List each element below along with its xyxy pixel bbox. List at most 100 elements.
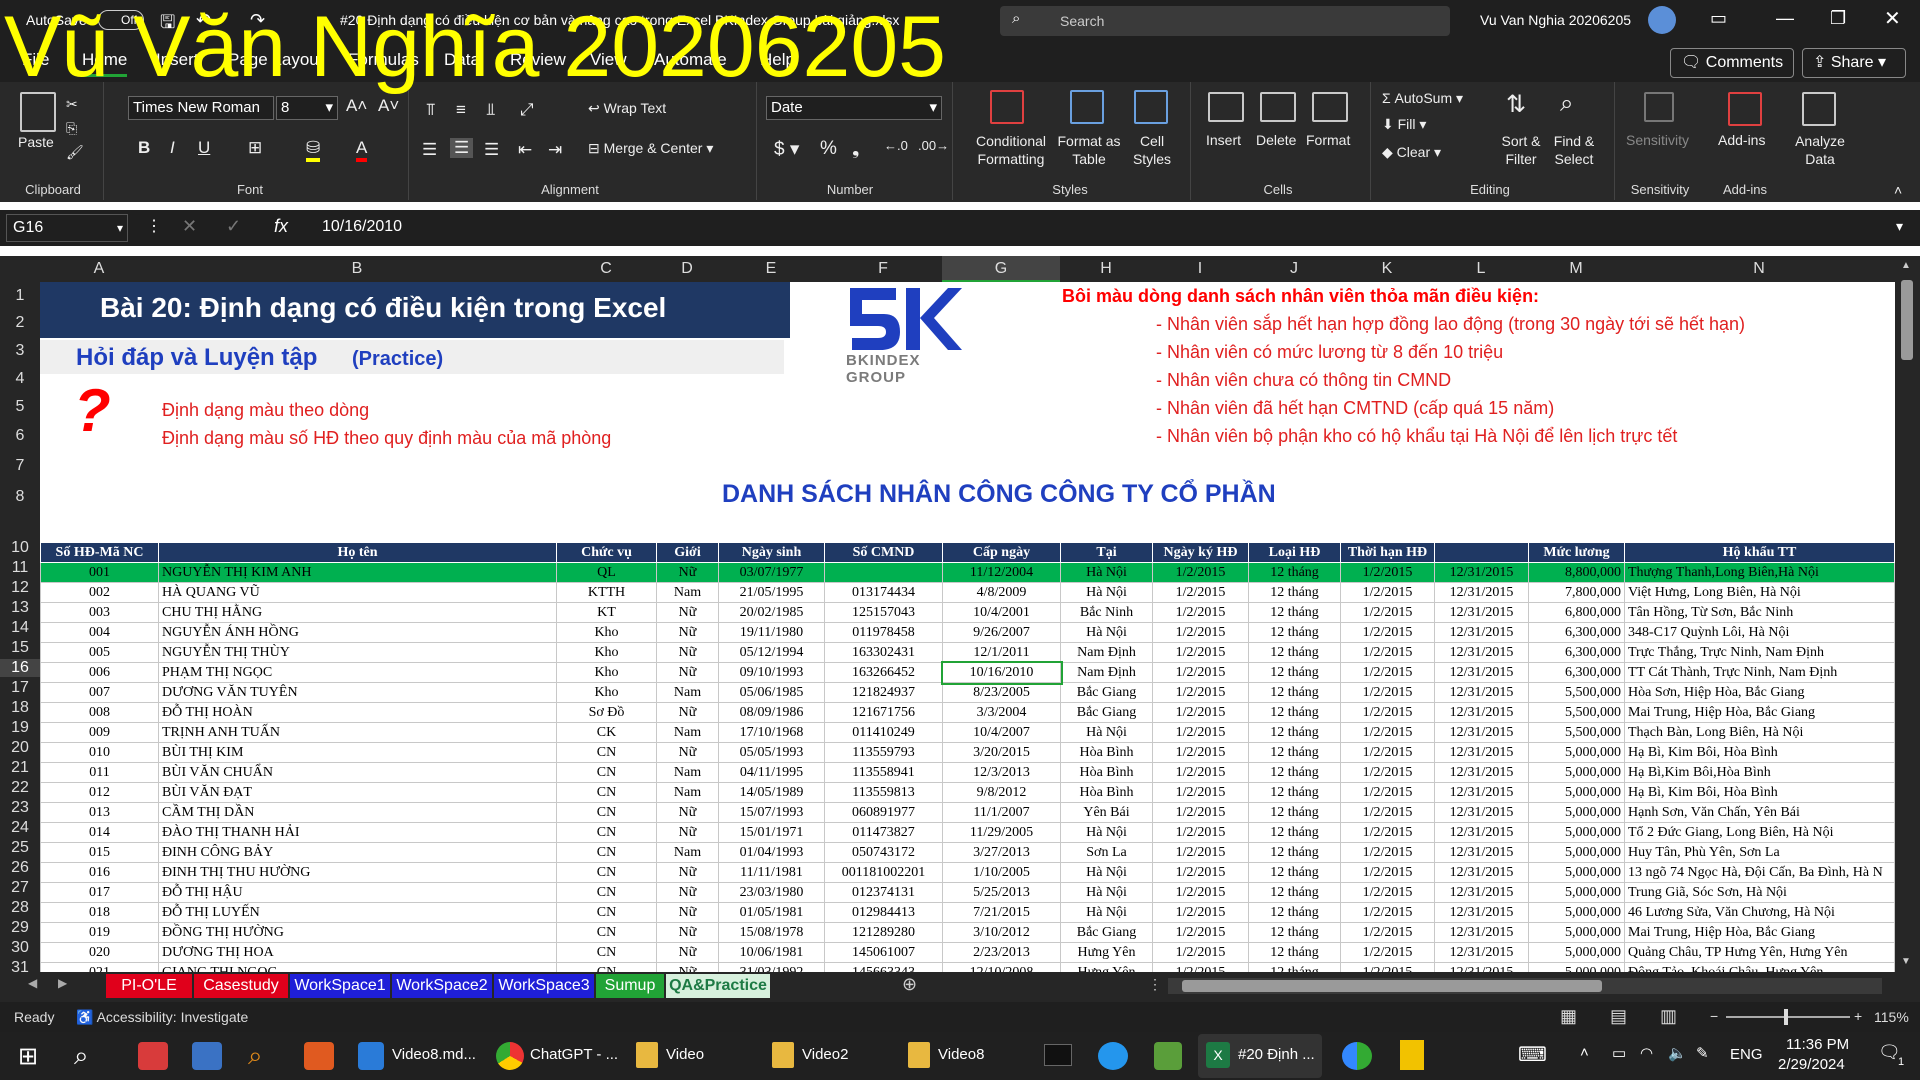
cell-sign-date[interactable]: 1/2/2015 bbox=[1152, 902, 1249, 923]
cell-contract-id[interactable]: 019 bbox=[40, 922, 159, 943]
cell-contract-term[interactable]: 1/2/2015 bbox=[1340, 602, 1435, 623]
cell-contract-id[interactable]: 018 bbox=[40, 902, 159, 923]
prev-sheet-icon[interactable]: ◀ bbox=[28, 976, 37, 990]
cell-contract-term[interactable]: 1/2/2015 bbox=[1340, 742, 1435, 763]
header-position[interactable]: Chức vụ bbox=[556, 542, 657, 563]
more-sheets-icon[interactable]: ⋮ bbox=[1148, 976, 1162, 993]
cell-contract-term[interactable]: 1/2/2015 bbox=[1340, 562, 1435, 583]
bold-icon[interactable]: B bbox=[138, 138, 150, 158]
cell-full-name[interactable]: ĐINH THỊ THU HƯỜNG bbox=[158, 862, 557, 883]
find-select-button[interactable]: Find & Select bbox=[1546, 132, 1602, 168]
decrease-indent-icon[interactable]: ⇤ bbox=[518, 140, 532, 160]
scroll-thumb[interactable] bbox=[1901, 280, 1913, 360]
terminal-icon[interactable] bbox=[1044, 1044, 1072, 1066]
cell-birthdate[interactable]: 11/11/1981 bbox=[718, 862, 825, 883]
cell-gender[interactable]: Nữ bbox=[656, 862, 719, 883]
cell-contract-term[interactable]: 1/2/2015 bbox=[1340, 802, 1435, 823]
cell-issue-place[interactable]: Hưng Yên bbox=[1060, 962, 1153, 972]
page-layout-view-icon[interactable]: ▤ bbox=[1610, 1006, 1627, 1027]
cell-end-date[interactable]: 12/31/2015 bbox=[1434, 782, 1529, 803]
cell-sign-date[interactable]: 1/2/2015 bbox=[1152, 702, 1249, 723]
cell-full-name[interactable]: ĐỖ THỊ HẬU bbox=[158, 882, 557, 903]
cell-id-number[interactable]: 121289280 bbox=[824, 922, 943, 943]
cell-issue-date[interactable]: 3/20/2015 bbox=[942, 742, 1061, 763]
minimize-icon[interactable]: — bbox=[1776, 8, 1794, 29]
cell-id-number[interactable]: 113558941 bbox=[824, 762, 943, 783]
pen-icon[interactable]: ✎ bbox=[1696, 1044, 1709, 1062]
cell-address[interactable]: Đông Tảo, Khoái Châu, Hưng Yên bbox=[1624, 962, 1895, 972]
cell-issue-date[interactable]: 12/10/2008 bbox=[942, 962, 1061, 972]
cell-birthdate[interactable]: 31/03/1992 bbox=[718, 962, 825, 972]
cell-gender[interactable]: Nam bbox=[656, 842, 719, 863]
cell-sign-date[interactable]: 1/2/2015 bbox=[1152, 722, 1249, 743]
cell-end-date[interactable]: 12/31/2015 bbox=[1434, 802, 1529, 823]
avatar[interactable] bbox=[1648, 6, 1676, 34]
cell-contract-term[interactable]: 1/2/2015 bbox=[1340, 582, 1435, 603]
row-header[interactable]: 5 bbox=[0, 398, 40, 416]
add-ins-button[interactable]: Add-ins bbox=[1718, 132, 1765, 148]
cell-contract-id[interactable]: 007 bbox=[40, 682, 159, 703]
cell-full-name[interactable]: ĐỖ THỊ LUYẾN bbox=[158, 902, 557, 923]
cell-birthdate[interactable]: 20/02/1985 bbox=[718, 602, 825, 623]
cell-end-date[interactable]: 12/31/2015 bbox=[1434, 882, 1529, 903]
cell-gender[interactable]: Nữ bbox=[656, 882, 719, 903]
row-header[interactable]: 27 bbox=[0, 879, 40, 897]
cell-address[interactable]: 348-C17 Quỳnh Lôi, Hà Nội bbox=[1624, 622, 1895, 643]
cell-contract-type[interactable]: 12 tháng bbox=[1248, 842, 1341, 863]
zoom-in-icon[interactable]: + bbox=[1854, 1008, 1862, 1024]
cell-salary[interactable]: 5,000,000 bbox=[1528, 842, 1625, 863]
cell-issue-date[interactable]: 8/23/2005 bbox=[942, 682, 1061, 703]
cell-address[interactable]: Huy Tân, Phù Yên, Sơn La bbox=[1624, 842, 1895, 863]
cell-address[interactable]: 13 ngõ 74 Ngọc Hà, Đội Cấn, Ba Đình, Hà … bbox=[1624, 862, 1895, 883]
cell-end-date[interactable]: 12/31/2015 bbox=[1434, 862, 1529, 883]
cell-issue-place[interactable]: Hà Nội bbox=[1060, 562, 1153, 583]
vertical-scrollbar[interactable]: ▲ ▼ bbox=[1895, 256, 1920, 972]
cell-salary[interactable]: 5,000,000 bbox=[1528, 802, 1625, 823]
cell-address[interactable]: Mai Trung, Hiệp Hòa, Bắc Giang bbox=[1624, 702, 1895, 723]
cell-position[interactable]: QL bbox=[556, 562, 657, 583]
cell-id-number[interactable]: 060891977 bbox=[824, 802, 943, 823]
cell-birthdate[interactable]: 01/04/1993 bbox=[718, 842, 825, 863]
scroll-down-icon[interactable]: ▼ bbox=[1901, 956, 1911, 967]
cell-id-number[interactable]: 121824937 bbox=[824, 682, 943, 703]
cell-contract-term[interactable]: 1/2/2015 bbox=[1340, 662, 1435, 683]
cell-id-number[interactable]: 121671756 bbox=[824, 702, 943, 723]
cell-end-date[interactable]: 12/31/2015 bbox=[1434, 682, 1529, 703]
user-name[interactable]: Vu Van Nghia 20206205 bbox=[1480, 12, 1631, 28]
cell-address[interactable]: Hạ Bì, Kim Bôi, Hòa Bình bbox=[1624, 782, 1895, 803]
cell-position[interactable]: CN bbox=[556, 842, 657, 863]
cell-sign-date[interactable]: 1/2/2015 bbox=[1152, 562, 1249, 583]
app-icon-1[interactable] bbox=[138, 1042, 168, 1070]
cell-contract-type[interactable]: 12 tháng bbox=[1248, 582, 1341, 603]
sheet-tab[interactable]: WorkSpace2 bbox=[392, 974, 492, 998]
cell-end-date[interactable]: 12/31/2015 bbox=[1434, 962, 1529, 972]
paste-button[interactable]: Paste bbox=[18, 134, 54, 150]
cell-full-name[interactable]: NGUYỄN THỊ THÙY bbox=[158, 642, 557, 663]
cell-sign-date[interactable]: 1/2/2015 bbox=[1152, 882, 1249, 903]
cell-birthdate[interactable]: 01/05/1981 bbox=[718, 902, 825, 923]
cell-address[interactable]: Việt Hưng, Long Biên, Hà Nội bbox=[1624, 582, 1895, 603]
cell-full-name[interactable]: TRỊNH ANH TUẤN bbox=[158, 722, 557, 743]
cell-sign-date[interactable]: 1/2/2015 bbox=[1152, 822, 1249, 843]
formula-input[interactable]: 10/16/2010 bbox=[310, 214, 1890, 242]
edge-icon[interactable] bbox=[1342, 1042, 1372, 1070]
cell-full-name[interactable]: DƯƠNG THỊ HOA bbox=[158, 942, 557, 963]
cell-birthdate[interactable]: 05/06/1985 bbox=[718, 682, 825, 703]
cell-birthdate[interactable]: 10/06/1981 bbox=[718, 942, 825, 963]
cell-contract-type[interactable]: 12 tháng bbox=[1248, 682, 1341, 703]
clear-button[interactable]: ◆ Clear ▾ bbox=[1382, 144, 1441, 161]
cell-contract-type[interactable]: 12 tháng bbox=[1248, 642, 1341, 663]
cell-contract-type[interactable]: 12 tháng bbox=[1248, 722, 1341, 743]
battery-icon[interactable]: ▭ bbox=[1612, 1044, 1626, 1062]
cell-salary[interactable]: 7,800,000 bbox=[1528, 582, 1625, 603]
cell-full-name[interactable]: BÙI VĂN CHUẨN bbox=[158, 762, 557, 783]
windows-start-icon[interactable]: ⊞ bbox=[18, 1042, 38, 1071]
align-bottom-icon[interactable]: ⫫ bbox=[486, 100, 496, 120]
cell-contract-type[interactable]: 12 tháng bbox=[1248, 762, 1341, 783]
wifi-icon[interactable]: ◠ bbox=[1640, 1044, 1653, 1062]
cell-salary[interactable]: 5,000,000 bbox=[1528, 762, 1625, 783]
worksheet[interactable]: Bài 20: Định dạng có điều kiện trong Exc… bbox=[40, 282, 1895, 972]
cell-position[interactable]: CN bbox=[556, 922, 657, 943]
cell-contract-term[interactable]: 1/2/2015 bbox=[1340, 942, 1435, 963]
cell-end-date[interactable]: 12/31/2015 bbox=[1434, 742, 1529, 763]
